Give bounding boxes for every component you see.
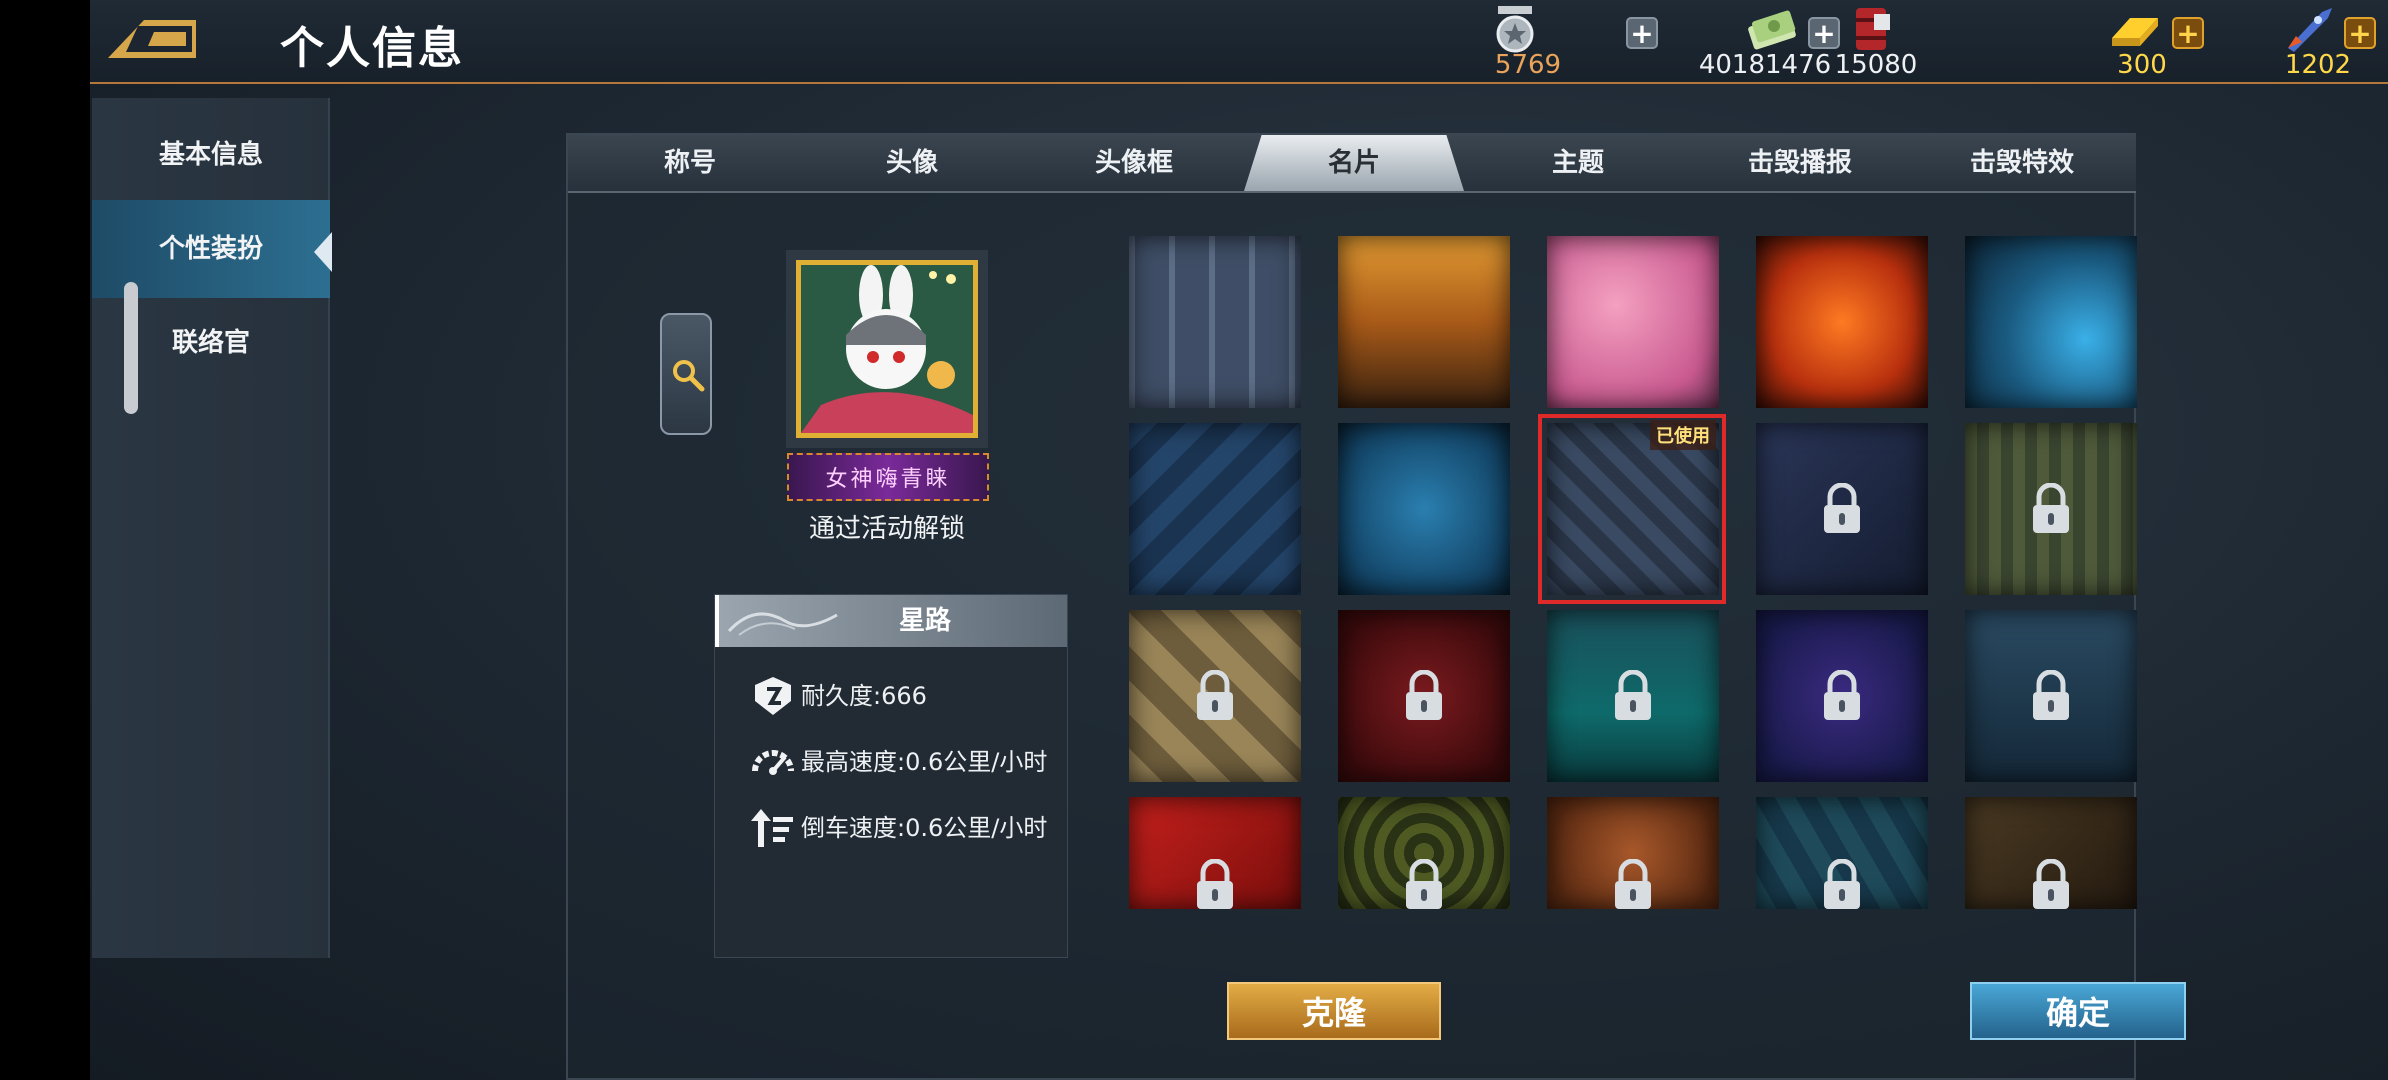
- medal-icon: [1496, 6, 1534, 53]
- sidebar-scrollbar[interactable]: [124, 282, 138, 414]
- tab-bar: 称号 头像 头像框 名片 主题 击毁播报 击毁特效: [568, 135, 2136, 193]
- search-icon: [673, 360, 705, 392]
- stat-durability-text: 耐久度:666: [801, 682, 927, 710]
- lock-icon: [1197, 859, 1233, 909]
- sidebar: 基本信息 个性装扮 联络官: [92, 98, 332, 958]
- stat-durability: 耐久度:666: [751, 673, 927, 719]
- preview-avatar-frame: [786, 250, 988, 448]
- lock-icon: [2033, 670, 2069, 720]
- resource-cash: + 40181476: [1618, 0, 1840, 84]
- top-bar: 个人信息 + 5769 + 40181476 15080 + 300 + 120…: [90, 0, 2388, 84]
- unlock-condition-text: 通过活动解锁: [808, 514, 965, 544]
- lock-icon: [1824, 483, 1860, 533]
- resource-rocket: + 1202: [2200, 0, 2388, 84]
- tab-avatar[interactable]: 头像: [824, 135, 1000, 191]
- lock-icon: [1824, 670, 1860, 720]
- business-card-teal-sea[interactable]: [1547, 610, 1719, 782]
- confirm-button[interactable]: 确定: [1970, 982, 2186, 1040]
- sidebar-item-basic-info[interactable]: 基本信息: [92, 106, 330, 204]
- business-card-dark-gold-star[interactable]: [1965, 797, 2137, 909]
- speedometer-icon: [752, 750, 794, 775]
- medal-value: 5769: [1494, 50, 1562, 80]
- tab-kill-effect[interactable]: 击毁特效: [1934, 135, 2110, 191]
- durability-icon: [755, 677, 791, 715]
- back-arrow-icon[interactable]: [104, 14, 200, 64]
- tab-theme[interactable]: 主题: [1490, 135, 1666, 191]
- selected-indicator-arrow: [314, 232, 332, 272]
- preview-avatar-image: [796, 260, 978, 438]
- page-title: 个人信息: [280, 23, 464, 74]
- business-card-tan-argyle[interactable]: [1129, 610, 1301, 782]
- resource-gold: + 300: [2020, 0, 2220, 84]
- cash-icon: [1748, 10, 1796, 50]
- business-card-blue-stripes[interactable]: [1129, 423, 1301, 595]
- lock-icon: [2033, 483, 2069, 533]
- card-name: 星路: [898, 606, 951, 636]
- business-card-heli-navy[interactable]: [1965, 610, 2137, 782]
- stat-max-speed-text: 最高速度:0.6公里/小时: [801, 748, 1048, 776]
- oil-barrel-icon: [1856, 8, 1890, 50]
- business-card-pink-hearts[interactable]: [1547, 236, 1719, 408]
- rocket-value: 1202: [2284, 50, 2352, 80]
- rocket-plus-button[interactable]: +: [2344, 17, 2376, 49]
- preview-title-tag: 女神嗨青睐: [787, 453, 989, 501]
- business-card-green-ornate[interactable]: [1338, 797, 1510, 909]
- game-screen: 个人信息 + 5769 + 40181476 15080 + 300 + 120…: [90, 0, 2388, 1080]
- cash-value: 40181476: [1698, 50, 1832, 80]
- resource-oil: 15080: [1820, 0, 1960, 84]
- business-card-blue-floral[interactable]: [1338, 423, 1510, 595]
- card-info-header: 星路: [715, 595, 1067, 647]
- business-card-navy-star[interactable]: [1756, 423, 1928, 595]
- gold-value: 300: [2117, 50, 2167, 80]
- business-card-blue-pattern[interactable]: [1129, 236, 1301, 408]
- stat-reverse-speed: 倒车速度:0.6公里/小时: [751, 805, 1047, 851]
- lock-icon: [1406, 859, 1442, 909]
- business-card-red-flag[interactable]: [1129, 797, 1301, 909]
- business-card-sunset[interactable]: [1338, 236, 1510, 408]
- business-card-fire[interactable]: [1756, 236, 1928, 408]
- business-card-purple-night[interactable]: [1756, 610, 1928, 782]
- magnifier-button[interactable]: [660, 313, 712, 435]
- tab-title[interactable]: 称号: [602, 135, 778, 191]
- stat-reverse-speed-text: 倒车速度:0.6公里/小时: [801, 814, 1048, 842]
- in-use-badge: 已使用: [1650, 420, 1716, 450]
- clone-button[interactable]: 克隆: [1227, 982, 1441, 1040]
- card-info-panel: 星路 耐久度:666 最高速度:0.6公里/小时 倒车速度:0.6公里/小时: [714, 594, 1068, 958]
- lock-icon: [1406, 670, 1442, 720]
- oil-value: 15080: [1834, 50, 1918, 80]
- reverse-arrow-icon: [751, 809, 793, 847]
- lock-icon: [1615, 670, 1651, 720]
- tab-avatar-frame[interactable]: 头像框: [1046, 135, 1222, 191]
- business-card-dark-red[interactable]: [1338, 610, 1510, 782]
- tab-business-card[interactable]: 名片: [1244, 135, 1464, 191]
- bunny-avatar-illustration: [801, 265, 973, 433]
- lock-icon: [2033, 859, 2069, 909]
- gold-bar-icon: [2112, 18, 2158, 46]
- lock-icon: [1615, 859, 1651, 909]
- business-card-hexagon-blue[interactable]: [1965, 236, 2137, 408]
- stat-max-speed: 最高速度:0.6公里/小时: [751, 739, 1047, 785]
- lock-icon: [1197, 670, 1233, 720]
- business-card-camo-green[interactable]: [1965, 423, 2137, 595]
- business-card-teal-leaves[interactable]: [1756, 797, 1928, 909]
- business-card-autumn-leaves[interactable]: [1547, 797, 1719, 909]
- rocket-icon: [2288, 8, 2332, 52]
- lock-icon: [1824, 859, 1860, 909]
- tab-kill-broadcast[interactable]: 击毁播报: [1712, 135, 1888, 191]
